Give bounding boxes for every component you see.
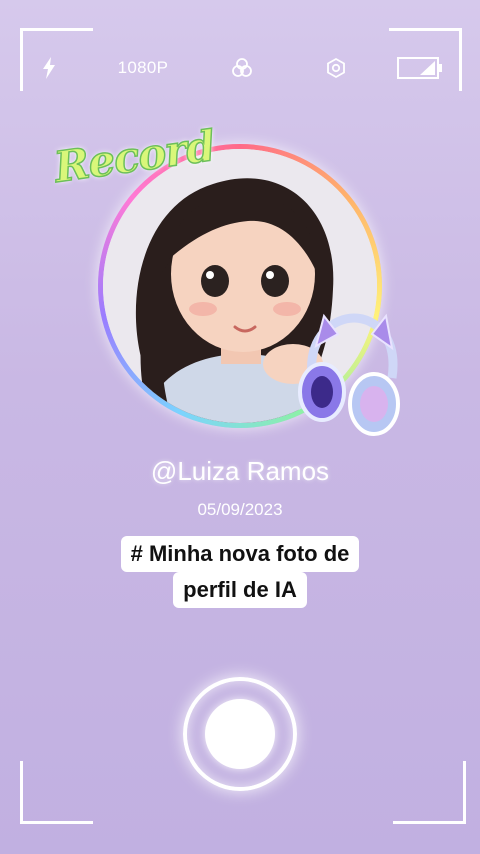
camera-toolbar: 1080P [0, 50, 480, 86]
settings-button[interactable] [322, 50, 350, 86]
battery-indicator [394, 50, 446, 86]
cat-ear-headphones-icon [298, 313, 400, 436]
battery-icon [397, 57, 442, 79]
shutter-button[interactable] [183, 677, 297, 791]
flash-button[interactable] [36, 50, 62, 86]
flash-icon [43, 57, 55, 79]
caption-line-1: # Minha nova foto de [120, 536, 360, 572]
color-filter-icon [232, 58, 252, 77]
settings-icon [327, 57, 345, 79]
profile-date: 05/09/2023 [197, 500, 283, 519]
viewfinder-corner-bottom-left [20, 761, 93, 824]
viewfinder-corner-bottom-right [393, 761, 466, 824]
shutter-button-core [205, 699, 275, 769]
profile-username: @Luiza Ramos [150, 456, 330, 486]
caption-block: # Minha nova foto de perfil de IA [0, 536, 480, 608]
filter-button[interactable] [228, 50, 256, 86]
caption-line-2: perfil de IA [173, 572, 307, 608]
resolution-button[interactable]: 1080P [108, 50, 178, 86]
